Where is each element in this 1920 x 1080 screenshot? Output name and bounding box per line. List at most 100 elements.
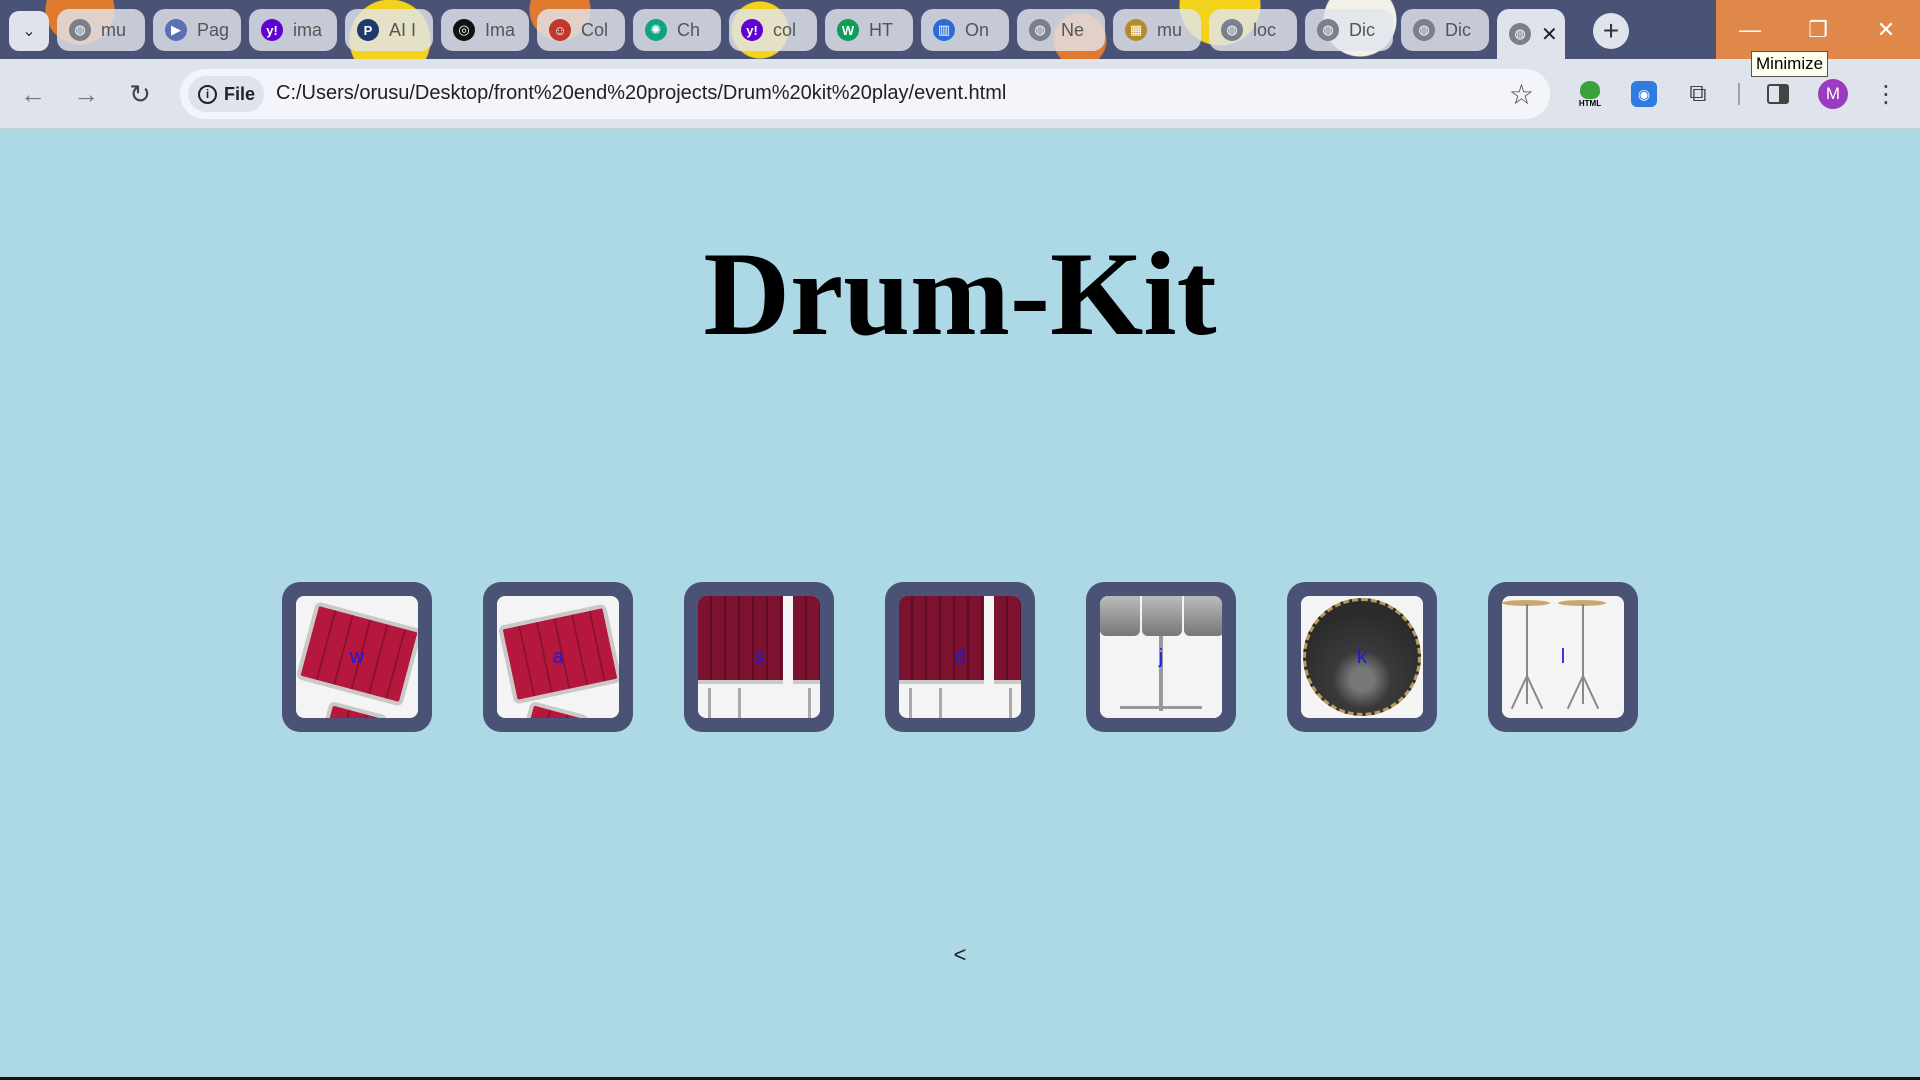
- new-tab-button[interactable]: +: [1593, 13, 1629, 49]
- drum-key-label: d: [954, 645, 966, 668]
- tab-title: Dic: [1445, 19, 1471, 40]
- smiley-icon: ☺: [549, 19, 571, 41]
- tab[interactable]: ✺ Ch: [633, 9, 721, 51]
- tab-title: Col: [581, 19, 609, 40]
- tab-title: Ima: [485, 19, 516, 40]
- side-panel-icon: [1767, 84, 1789, 104]
- restore-icon: ❐: [1808, 16, 1828, 42]
- drum-key-label: j: [1158, 645, 1164, 668]
- tab[interactable]: ◍ mu: [57, 9, 145, 51]
- drum-key-label: l: [1560, 645, 1566, 668]
- tab-title: HT: [869, 19, 893, 40]
- tab-search-button[interactable]: ⌄: [9, 11, 49, 51]
- tab[interactable]: ◍ Dic: [1401, 9, 1489, 51]
- tab-title: Ch: [677, 19, 701, 40]
- puzzle-icon: ⧉: [1689, 80, 1707, 107]
- w-logo-icon: W: [837, 19, 859, 41]
- back-button[interactable]: ←: [15, 76, 51, 112]
- extensions-button[interactable]: ⧉: [1680, 76, 1716, 112]
- menu-button[interactable]: ⋮: [1868, 76, 1904, 112]
- info-icon: i: [198, 84, 217, 104]
- globe-icon: ◍: [1221, 19, 1243, 41]
- reload-icon: ↻: [129, 78, 151, 109]
- minimize-tooltip: Minimize: [1751, 51, 1829, 77]
- tab[interactable]: y! col: [729, 9, 817, 51]
- tab-title: Pag: [197, 19, 230, 40]
- tab-title: loc: [1253, 19, 1277, 40]
- drum-button-j[interactable]: j: [1086, 582, 1236, 732]
- tab[interactable]: W HT: [825, 9, 913, 51]
- site-info-label: File: [224, 83, 256, 104]
- drum-key-label: k: [1357, 645, 1367, 668]
- yahoo-icon: y!: [741, 19, 763, 41]
- p-logo-icon: P: [357, 19, 379, 41]
- toolbar-divider: [1738, 83, 1740, 105]
- drum-button-s[interactable]: s: [684, 582, 834, 732]
- tab[interactable]: ◍ Ne: [1017, 9, 1105, 51]
- site-info-chip[interactable]: i File: [188, 76, 264, 112]
- page-title: Drum-Kit: [703, 227, 1217, 360]
- tab-title: AI I: [389, 19, 417, 40]
- tab[interactable]: ◎ Ima: [441, 9, 529, 51]
- tab[interactable]: ◍ Dic: [1305, 9, 1393, 51]
- globe-icon: ◍: [1413, 19, 1435, 41]
- snare-drum-image: j: [1100, 596, 1222, 718]
- tab-title: mu: [101, 19, 127, 40]
- drum-button-k[interactable]: k: [1287, 582, 1437, 732]
- globe-icon: ◍: [69, 19, 91, 41]
- tab[interactable]: ▶ Pag: [153, 9, 241, 51]
- forward-button[interactable]: →: [68, 76, 104, 112]
- tab-title: ima: [293, 19, 323, 40]
- close-icon: ✕: [1876, 16, 1896, 42]
- tab[interactable]: ◍ loc: [1209, 9, 1297, 51]
- globe-icon: ◍: [1029, 19, 1051, 41]
- close-window-button[interactable]: ✕: [1852, 0, 1920, 59]
- tab[interactable]: y! ima: [249, 9, 337, 51]
- minimize-icon: —: [1739, 16, 1761, 42]
- drum-button-a[interactable]: a: [483, 582, 633, 732]
- html-tree-extension-button[interactable]: HTML: [1572, 76, 1608, 112]
- shield-extension-button[interactable]: ◉: [1626, 76, 1662, 112]
- piano-icon: ▥: [933, 19, 955, 41]
- tab-strip: ⌄ ◍ mu ▶ Pag y! ima P AI I ◎ Ima ☺ Col ✺ Ch y! col W HT ▥ O…: [0, 0, 1920, 59]
- url-text[interactable]: C:/Users/orusu/Desktop/front%20end%20pro…: [276, 82, 1006, 105]
- tab[interactable]: ▥ On: [921, 9, 1009, 51]
- footer-text: <: [953, 942, 967, 967]
- globe-icon: ◍: [1509, 23, 1531, 45]
- shield-icon: ◉: [1631, 81, 1657, 107]
- drum-key-label: w: [349, 645, 365, 668]
- tab-title: Ne: [1061, 19, 1085, 40]
- drum-button-w[interactable]: w: [282, 582, 432, 732]
- html-extension-label: HTML: [1578, 98, 1602, 108]
- tab-active[interactable]: ◍ ✕: [1497, 9, 1565, 59]
- floor-drum-image: d: [899, 596, 1021, 718]
- drum-button-l[interactable]: l: [1488, 582, 1638, 732]
- reload-button[interactable]: ↻: [122, 76, 158, 112]
- bookmark-star-icon[interactable]: ☆: [1509, 78, 1534, 111]
- address-bar[interactable]: i File C:/Users/orusu/Desktop/front%20en…: [180, 69, 1550, 119]
- arrow-left-icon: ←: [20, 78, 46, 109]
- tab[interactable]: P AI I: [345, 9, 433, 51]
- thumbnail-icon: ▦: [1125, 19, 1147, 41]
- tom-drum-image: w: [296, 596, 418, 718]
- tab-title: mu: [1157, 19, 1183, 40]
- tab[interactable]: ☺ Col: [537, 9, 625, 51]
- tab[interactable]: ▦ mu: [1113, 9, 1201, 51]
- chatgpt-icon: ✺: [645, 19, 667, 41]
- drum-set: wasdjkl: [282, 582, 1638, 732]
- drum-key-label: a: [552, 645, 564, 668]
- profile-button[interactable]: M: [1815, 76, 1851, 112]
- tab-title: On: [965, 19, 990, 40]
- globe-icon: ◍: [1317, 19, 1339, 41]
- tab-title: col: [773, 19, 797, 40]
- page-content: Drum-Kit w a s d j k l <: [0, 130, 1920, 1077]
- play-icon: ▶: [165, 19, 187, 41]
- floor-drum-image: s: [698, 596, 820, 718]
- yahoo-icon: y!: [261, 19, 283, 41]
- cymbal-drum-image: l: [1502, 596, 1624, 718]
- browser-toolbar: ← → ↻ i File C:/Users/orusu/Desktop/fron…: [0, 59, 1920, 129]
- drum-button-d[interactable]: d: [885, 582, 1035, 732]
- avatar: M: [1818, 79, 1848, 109]
- side-panel-button[interactable]: [1760, 76, 1796, 112]
- tab-close-icon[interactable]: ✕: [1541, 22, 1558, 47]
